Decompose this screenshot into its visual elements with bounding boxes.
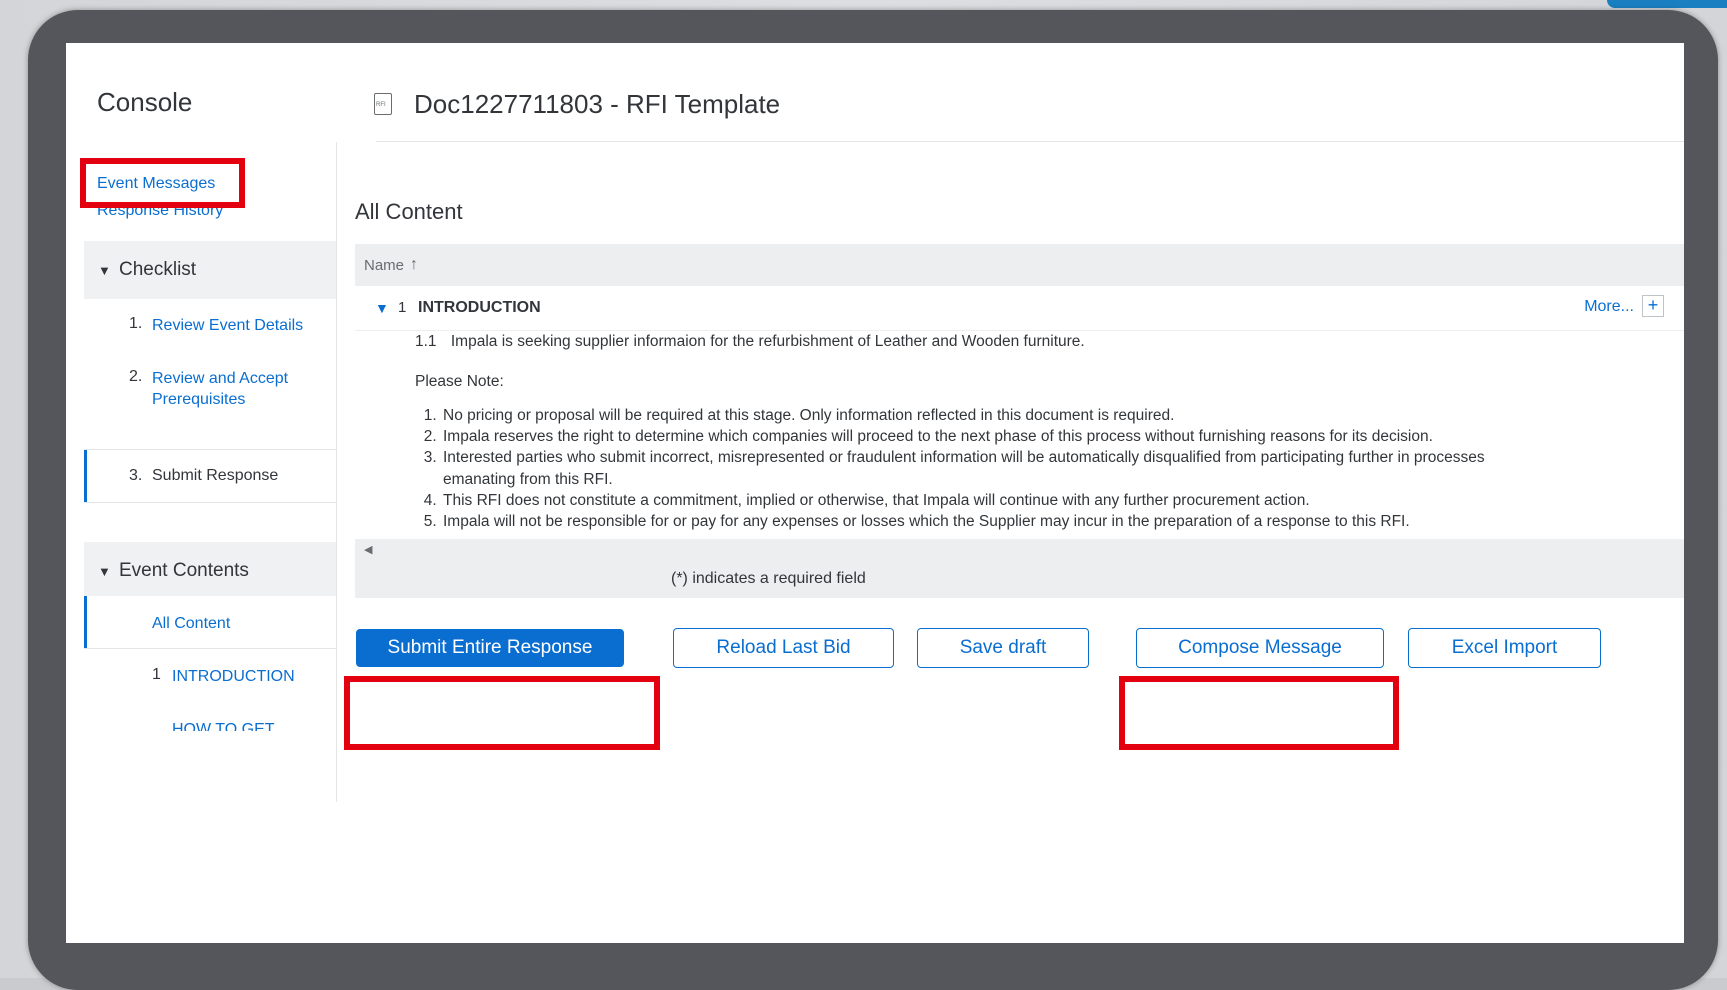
note-item: No pricing or proposal will be required … [441, 405, 1541, 426]
header-divider [376, 141, 1684, 142]
section-name: INTRODUCTION [418, 299, 541, 316]
checklist-item-label: Review and Accept Prerequisites [152, 370, 289, 408]
event-contents-item-how-to-get[interactable]: HOW TO GET [84, 719, 337, 731]
event-contents-item-all-content[interactable]: All Content [84, 596, 340, 648]
all-content-title: All Content [355, 199, 463, 224]
item-text: Impala is seeking supplier informaion fo… [450, 333, 1085, 350]
scroll-left-icon[interactable]: ◀ [364, 543, 372, 556]
table-header-name[interactable]: Name ↑ [355, 244, 1684, 286]
save-draft-button[interactable]: Save draft [917, 628, 1089, 668]
column-header-label: Name [364, 256, 405, 274]
document-header: Doc1227711803 - RFI Template [374, 86, 780, 122]
horizontal-scrollbar[interactable]: ◀ [355, 539, 1684, 561]
event-contents-header[interactable]: ▼ Event Contents [84, 542, 337, 596]
sort-ascending-icon: ↑ [410, 256, 419, 273]
required-field-bar: (*) indicates a required field [355, 561, 1684, 598]
nav-divider [84, 502, 337, 503]
nav-vertical-divider [336, 142, 337, 802]
checklist-item-label: Submit Response [152, 467, 279, 484]
collapse-triangle-icon: ▼ [98, 564, 111, 579]
event-contents-item-label: All Content [152, 615, 231, 632]
section-number: 1 [398, 299, 407, 316]
submit-entire-response-button[interactable]: Submit Entire Response [356, 629, 624, 667]
rfi-document-icon [374, 93, 392, 115]
checklist-item-number: 2. [129, 368, 143, 385]
expand-plus-button[interactable]: + [1642, 295, 1664, 317]
note-item: Impala will not be responsible for or pa… [441, 511, 1541, 532]
console-title: Console [97, 87, 193, 117]
corner-accent [1607, 0, 1727, 8]
content-table: Name ↑ ▼ 1 INTRODUCTION More... + [355, 244, 1684, 331]
reload-last-bid-button[interactable]: Reload Last Bid [673, 628, 894, 668]
highlight-submit-button [344, 676, 660, 750]
highlight-event-messages [80, 158, 245, 208]
event-contents-item-label: INTRODUCTION [172, 668, 295, 685]
more-link[interactable]: More... [1584, 298, 1634, 316]
document-title: Doc1227711803 - RFI Template [414, 88, 781, 119]
checklist-label: Checklist [119, 259, 197, 280]
checklist-item-number: 1. [129, 315, 143, 332]
collapse-triangle-icon: ▼ [98, 263, 111, 278]
notes-list: No pricing or proposal will be required … [415, 405, 1541, 532]
compose-message-button[interactable]: Compose Message [1136, 628, 1384, 668]
nav-divider [84, 648, 337, 649]
checklist-item-label: Review Event Details [152, 317, 304, 334]
excel-import-button[interactable]: Excel Import [1408, 628, 1601, 668]
checklist-item-submit-response[interactable]: 3. Submit Response [84, 450, 340, 502]
event-contents-item-label: HOW TO GET [172, 721, 275, 731]
checklist-item-number: 3. [129, 467, 143, 484]
highlight-compose-button [1119, 676, 1399, 750]
content-item: 1.1 Impala is seeking supplier informaio… [415, 333, 1085, 351]
item-number: 1.1 [415, 333, 437, 350]
app-screen: Console Doc1227711803 - RFI Template Eve… [66, 43, 1684, 943]
note-item: This RFI does not constitute a commitmen… [441, 490, 1541, 511]
note-item: Interested parties who submit incorrect,… [441, 447, 1541, 489]
please-note-label: Please Note: [415, 373, 504, 390]
note-item: Impala reserves the right to determine w… [441, 426, 1541, 447]
checklist-header[interactable]: ▼ Checklist [84, 241, 337, 299]
required-field-note: (*) indicates a required field [671, 570, 866, 587]
section-row-introduction: ▼ 1 INTRODUCTION More... + [355, 286, 1684, 331]
event-contents-item-number: 1 [152, 666, 161, 683]
collapse-triangle-icon[interactable]: ▼ [375, 300, 389, 316]
event-contents-label: Event Contents [119, 560, 249, 581]
left-navigation: Event Messages Response History ▼ Checkl… [84, 142, 340, 802]
